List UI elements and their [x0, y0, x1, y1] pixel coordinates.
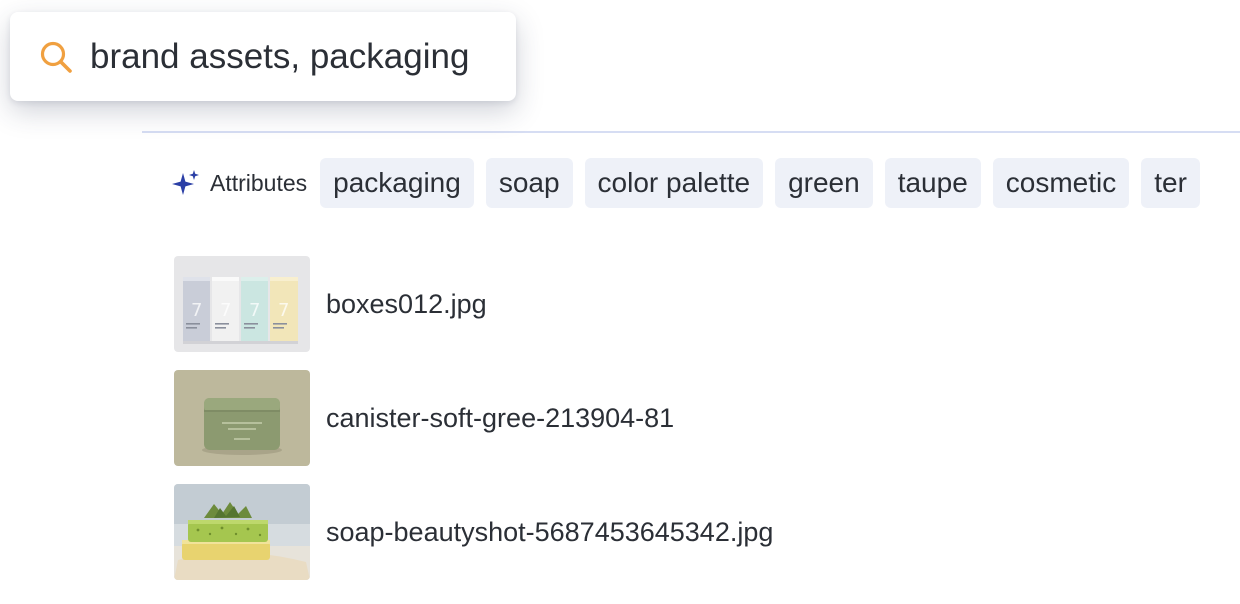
- attribute-chip-packaging[interactable]: packaging: [320, 158, 474, 208]
- attribute-chip-truncated[interactable]: ter: [1141, 158, 1200, 208]
- svg-text:7: 7: [249, 300, 260, 321]
- attribute-chip-cosmetic[interactable]: cosmetic: [992, 158, 1130, 208]
- result-item[interactable]: soap-beautyshot-5687453645342.jpg: [174, 484, 1240, 580]
- sparkle-icon: [172, 170, 199, 195]
- thumbnail-packaging-boxes[interactable]: 7 7 7 7: [174, 256, 310, 352]
- result-name[interactable]: soap-beautyshot-5687453645342.jpg: [326, 517, 773, 548]
- attribute-chip-soap[interactable]: soap: [485, 158, 573, 208]
- thumbnail-green-canister[interactable]: [174, 370, 310, 466]
- svg-text:7: 7: [191, 300, 202, 321]
- attributes-row: Attributes packaging soap color palette …: [172, 158, 1240, 208]
- results-list: 7 7 7 7 boxes012.jpg canister-soft-gree-…: [174, 256, 1240, 598]
- result-name[interactable]: canister-soft-gree-213904-81: [326, 403, 674, 434]
- result-item[interactable]: canister-soft-gree-213904-81: [174, 370, 1240, 466]
- search-input[interactable]: [90, 36, 500, 77]
- attributes-label: Attributes: [210, 169, 308, 196]
- search-bar[interactable]: [10, 12, 516, 101]
- result-item[interactable]: 7 7 7 7 boxes012.jpg: [174, 256, 1240, 352]
- result-name[interactable]: boxes012.jpg: [326, 289, 487, 320]
- thumbnail-soap-bars[interactable]: [174, 484, 310, 580]
- attribute-chip-color-palette[interactable]: color palette: [584, 158, 764, 208]
- search-icon: [40, 41, 72, 73]
- svg-text:7: 7: [278, 300, 289, 321]
- attribute-chip-green[interactable]: green: [775, 158, 873, 208]
- svg-text:7: 7: [220, 300, 231, 321]
- attribute-chip-taupe[interactable]: taupe: [884, 158, 981, 208]
- header-divider: [142, 131, 1240, 133]
